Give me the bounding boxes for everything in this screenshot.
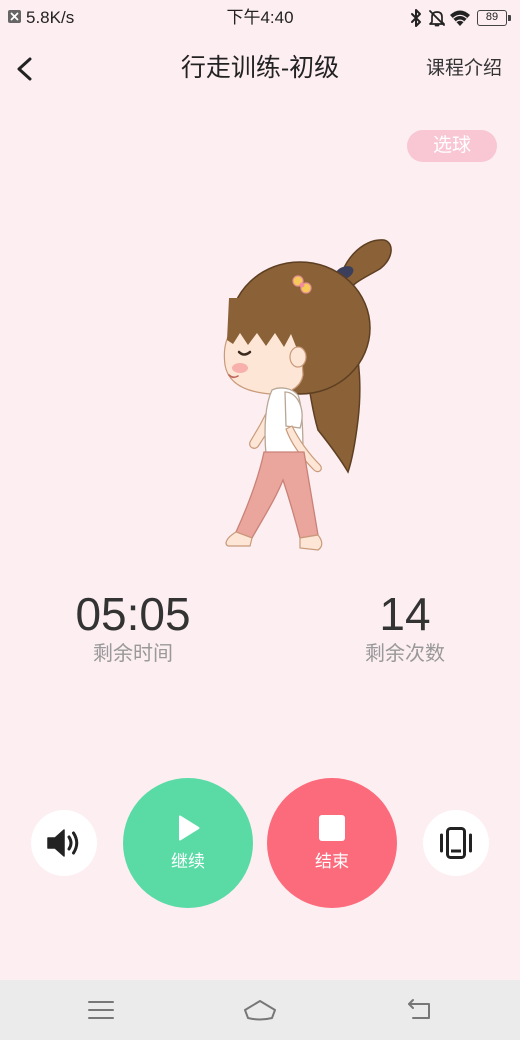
speaker-icon — [47, 829, 79, 857]
stop-icon — [319, 815, 345, 841]
chevron-left-icon — [17, 57, 32, 81]
close-box-icon — [8, 10, 21, 23]
nav-home-button[interactable] — [230, 980, 290, 1040]
network-speed: 5.8K/s — [26, 8, 75, 27]
wifi-icon — [450, 10, 470, 26]
vibrate-toggle-button[interactable] — [423, 810, 489, 876]
remaining-time-label: 剩余时间 — [93, 643, 173, 665]
remaining-count-stat: 14 剩余次数 — [305, 588, 505, 666]
remaining-time-value: 05:05 — [75, 588, 191, 640]
nav-back-button[interactable] — [388, 980, 448, 1040]
play-icon — [179, 815, 200, 841]
legs — [225, 451, 323, 551]
course-intro-link[interactable]: 课程介绍 — [426, 57, 502, 81]
continue-button[interactable]: 继续 — [123, 778, 253, 908]
remaining-count-value: 14 — [379, 588, 431, 640]
head — [223, 261, 371, 395]
vibrate-phone-icon — [440, 827, 472, 859]
nav-menu-button[interactable] — [71, 980, 131, 1040]
remaining-count-label: 剩余次数 — [365, 643, 445, 665]
walking-girl-illustration — [223, 239, 392, 551]
home-icon — [244, 1000, 276, 1021]
bluetooth-icon — [411, 9, 421, 27]
select-ball-button[interactable]: 选球 — [407, 130, 497, 162]
system-nav-bar — [0, 980, 520, 1040]
end-button[interactable]: 结束 — [267, 778, 397, 908]
back-icon — [408, 999, 430, 1019]
back-button[interactable] — [8, 52, 42, 86]
status-time: 下午4:40 — [226, 8, 294, 27]
page-title: 行走训练-初级 — [180, 54, 340, 82]
continue-label: 继续 — [171, 852, 205, 871]
menu-icon — [88, 1001, 114, 1019]
end-label: 结束 — [315, 852, 349, 871]
remaining-time-stat: 05:05 剩余时间 — [33, 588, 233, 666]
battery-icon: 89 — [477, 10, 511, 26]
bell-off-icon — [429, 10, 445, 27]
status-bar: 5.8K/s 下午4:40 89 — [0, 0, 520, 36]
sound-toggle-button[interactable] — [31, 810, 97, 876]
